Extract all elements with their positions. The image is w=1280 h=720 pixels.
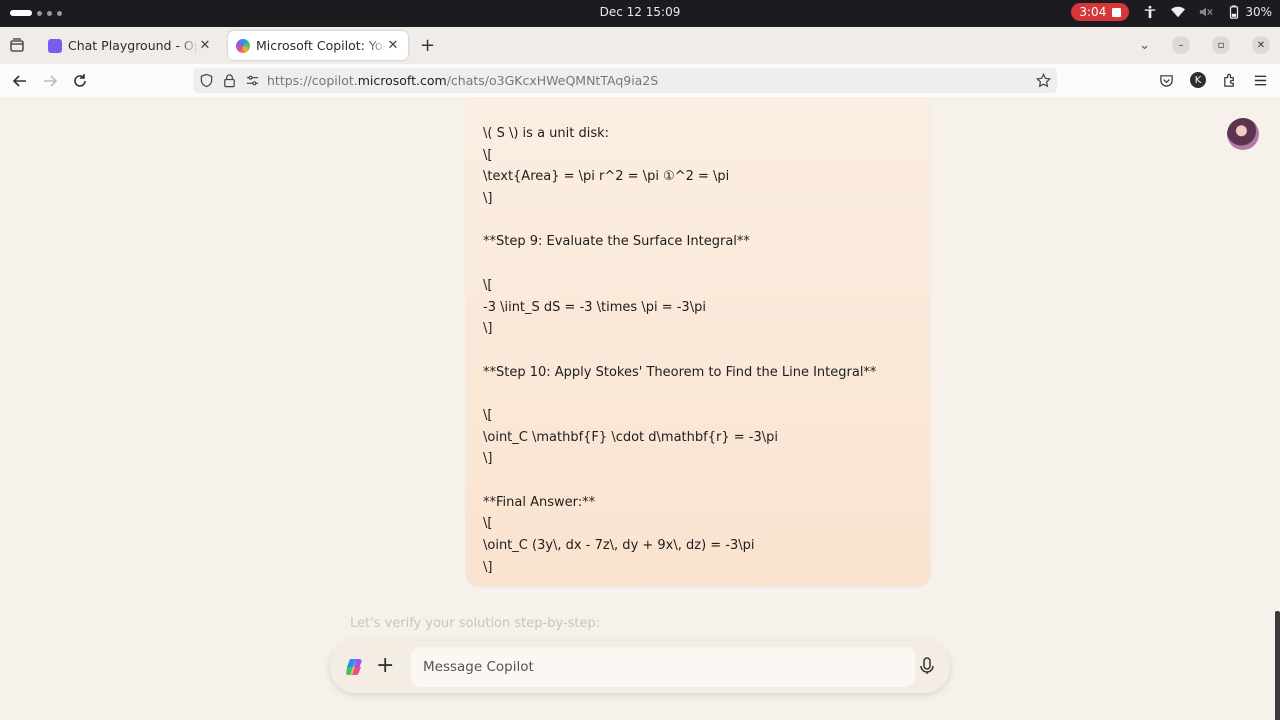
add-attachment-plus-icon[interactable]: + [376,653,394,678]
reload-icon[interactable] [71,72,89,90]
close-tab-icon[interactable]: ✕ [386,38,400,53]
minimize-window-icon[interactable]: – [1172,36,1190,54]
message-line [483,253,876,275]
battery-status[interactable]: 30% [1227,5,1272,19]
message-line: **Step 9: Evaluate the Surface Integral*… [483,234,750,250]
user-profile-avatar[interactable] [1227,118,1259,150]
message-line: \text{Area} = \pi r^2 = \pi ①^2 = \pi [483,169,730,185]
message-line [483,210,876,232]
url-text[interactable]: https://copilot.microsoft.com/chats/o3GK… [267,73,658,88]
message-line: \[ [483,516,493,532]
battery-percent: 30% [1245,5,1272,19]
next-message-preview: Let's verify your solution step-by-step: [350,616,601,631]
copilot-logo-icon[interactable] [344,657,364,677]
message-line [483,383,876,405]
message-line: \[ [483,407,493,423]
accessibility-icon[interactable] [1143,5,1157,19]
message-line: \] [483,191,493,207]
message-line [483,340,876,362]
system-top-bar: Dec 12 15:09 3:04 30% [0,0,1280,27]
message-composer: + [330,641,950,693]
battery-icon [1227,5,1241,19]
list-all-tabs-chevron-icon[interactable]: ⌄ [1139,38,1150,53]
recording-time: 3:04 [1079,5,1107,19]
new-tab-plus-icon[interactable]: + [420,35,435,56]
bookmark-star-icon[interactable] [1036,73,1051,88]
account-avatar[interactable]: K [1190,72,1206,88]
assistant-message-bubble: \( S \) is a unit disk: \[ \text{Area} = \… [466,97,930,586]
message-line [483,470,876,492]
screen-recording-indicator[interactable]: 3:04 [1071,3,1130,21]
close-tab-icon[interactable]: ✕ [198,38,212,53]
message-line: \oint_C \mathbf{F} \cdot d\mathbf{r} = -… [483,429,778,445]
tab-microsoft-copilot[interactable]: Microsoft Copilot: Your AI companion ✕ [228,31,408,60]
restore-window-icon[interactable]: ▫ [1212,36,1230,54]
message-input[interactable] [411,647,915,687]
close-window-icon[interactable]: ✕ [1252,36,1270,54]
tracking-protection-shield-icon[interactable] [199,73,214,88]
message-line: -3 \iint_S dS = -3 \times \pi = -3\pi [483,299,706,315]
tab-title: Chat Playground - OpenAI [68,38,198,53]
volume-muted-icon[interactable] [1199,5,1213,19]
browser-navigation-bar: https://copilot.microsoft.com/chats/o3GK… [0,64,1280,98]
tab-chat-playground[interactable]: Chat Playground - OpenAI ✕ [40,31,220,60]
page-scrollbar[interactable] [1275,611,1280,720]
message-line: **Final Answer:** [483,494,596,510]
wifi-icon[interactable] [1171,5,1186,19]
message-line: \] [483,321,493,337]
forward-arrow-icon[interactable] [41,72,59,90]
microphone-icon[interactable] [917,656,937,676]
lock-icon[interactable] [222,73,237,88]
copilot-chat-page: \( S \) is a unit disk: \[ \text{Area} = \… [0,97,1280,720]
stop-icon [1112,7,1122,17]
tab-list-icon[interactable] [9,37,25,53]
copilot-favicon-icon [236,38,250,53]
message-line: **Step 10: Apply Stokes' Theorem to Find… [483,364,877,380]
message-line: \] [483,451,493,467]
extensions-puzzle-icon[interactable] [1222,73,1237,88]
tab-title: Microsoft Copilot: Your AI companion [256,38,386,53]
address-bar[interactable]: https://copilot.microsoft.com/chats/o3GK… [193,68,1057,93]
message-text: \( S \) is a unit disk: \[ \text{Area} = \… [483,123,876,578]
back-arrow-icon[interactable] [11,72,29,90]
pocket-icon[interactable] [1159,73,1174,88]
site-permissions-icon[interactable] [245,73,260,88]
message-line: \] [483,559,493,575]
openai-favicon-icon [48,38,62,53]
message-line: \[ [483,277,493,293]
message-line: \oint_C (3y\, dx - 7z\, dy + 9x\, dz) = … [483,538,755,554]
browser-tab-bar: Chat Playground - OpenAI ✕ Microsoft Cop… [0,27,1280,64]
message-line: \[ [483,147,493,163]
hamburger-menu-icon[interactable] [1253,73,1268,88]
message-line: \( S \) is a unit disk: [483,126,610,141]
